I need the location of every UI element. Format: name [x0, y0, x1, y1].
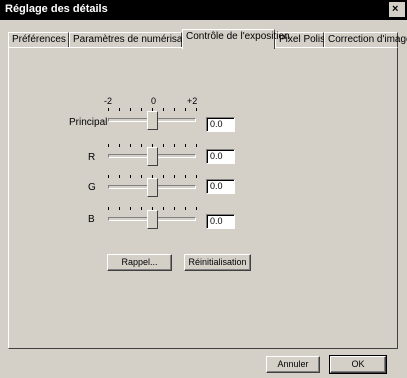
reset-button[interactable]: Réinitialisation — [184, 254, 251, 271]
title-bar: Réglage des détails × — [0, 0, 407, 20]
close-icon[interactable]: × — [392, 3, 402, 15]
slider-thumb-principal[interactable] — [147, 111, 158, 135]
tab-scan-settings[interactable]: Paramètres de numérisation — [69, 32, 199, 48]
slider-label-g: G — [88, 182, 96, 193]
slider-thumb-r[interactable] — [147, 147, 158, 171]
scale-min-label: -2 — [104, 96, 113, 106]
value-field-r[interactable]: 0.0 — [206, 149, 235, 164]
cancel-button[interactable]: Annuler — [266, 356, 320, 373]
scale-mid-label: 0 — [151, 96, 157, 106]
value-field-b[interactable]: 0.0 — [206, 214, 235, 229]
tab-exposure-control[interactable]: Contrôle de l'exposition — [182, 29, 290, 49]
scale-max-label: +2 — [187, 96, 198, 106]
slider-label-principal: Principal — [69, 117, 108, 128]
tab-panel — [8, 47, 398, 349]
value-field-g[interactable]: 0.0 — [206, 179, 235, 194]
recall-button[interactable]: Rappel... — [107, 254, 172, 271]
slider-label-r: R — [88, 152, 96, 163]
slider-thumb-b[interactable] — [147, 210, 158, 234]
slider-label-b: B — [88, 214, 95, 225]
tab-preferences[interactable]: Préférences — [8, 32, 69, 48]
window-title: Réglage des détails — [5, 3, 108, 15]
slider-thumb-g[interactable] — [147, 178, 158, 202]
tab-image-correction[interactable]: Correction d'image — [324, 32, 407, 48]
ok-button[interactable]: OK — [329, 355, 387, 374]
value-field-principal[interactable]: 0.0 — [206, 117, 235, 132]
